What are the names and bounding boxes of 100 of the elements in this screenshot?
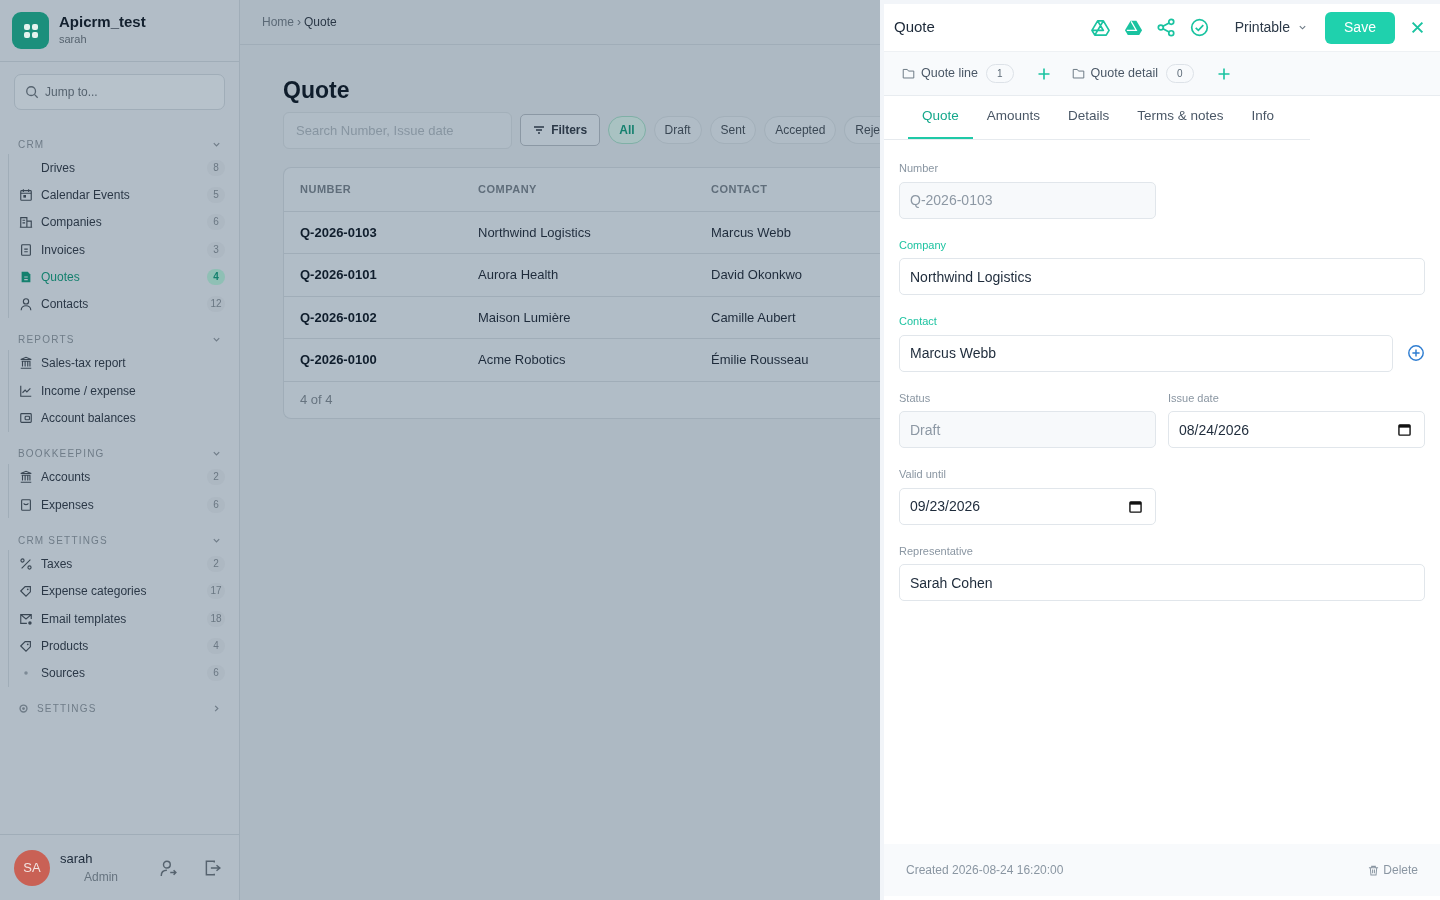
close-icon xyxy=(1411,21,1424,34)
person-arrow-icon xyxy=(159,859,177,878)
row-count: 4 of 4 xyxy=(299,390,334,409)
table-cell-text: Q-2026-0103 xyxy=(300,223,378,242)
related-list-link[interactable]: Quote detail xyxy=(1071,64,1158,83)
calendar-icon xyxy=(1129,499,1142,513)
filters-button[interactable]: Filters xyxy=(520,114,601,146)
count-badge: 2 xyxy=(207,469,225,486)
bank-icon xyxy=(19,356,33,371)
section-title: SETTINGS xyxy=(37,702,97,717)
page-title: Quote xyxy=(283,76,351,105)
drive-outline-button[interactable] xyxy=(1090,18,1110,37)
tag-icon xyxy=(19,638,33,653)
section-title: BOOKKEEPING xyxy=(18,447,105,462)
printable-dropdown[interactable]: Printable xyxy=(1230,17,1311,38)
plus-icon xyxy=(1037,67,1050,80)
input-field[interactable]: Northwind Logistics xyxy=(899,258,1425,296)
plus-circle-icon xyxy=(1407,344,1425,363)
drive-button[interactable] xyxy=(1123,18,1143,37)
nav-item[interactable]: Sales-tax report xyxy=(9,349,239,378)
grid-icon xyxy=(22,22,39,39)
app-name: Apicrm_test xyxy=(59,13,146,32)
nav-item[interactable]: Drives 8 xyxy=(9,154,239,182)
check-circle-button[interactable] xyxy=(1189,18,1209,37)
tab[interactable]: Info xyxy=(1237,96,1289,140)
date-field[interactable]: 08/24/2026 xyxy=(1168,411,1425,449)
folder-icon xyxy=(1071,67,1085,80)
tab[interactable]: Terms & notes xyxy=(1123,96,1238,140)
count-badge: 3 xyxy=(207,241,225,258)
nav-item[interactable]: Expense categories 17 xyxy=(9,577,239,605)
count-badge: 6 xyxy=(207,214,225,231)
count-badge: 18 xyxy=(207,610,225,627)
input-field[interactable]: Marcus Webb xyxy=(899,334,1393,372)
chevron-right-icon xyxy=(212,704,221,714)
count-badge: 17 xyxy=(207,583,225,600)
date-field[interactable]: 09/23/2026 xyxy=(899,487,1156,525)
percent-icon xyxy=(19,556,33,571)
created-timestamp: Created 2026-08-24 16:20:00 xyxy=(906,862,1064,879)
nav-item[interactable]: Companies 6 xyxy=(9,208,239,236)
table-cell-text: Northwind Logistics xyxy=(478,223,592,242)
nav-item[interactable]: Contacts 12 xyxy=(9,290,239,318)
table-cell-text: Acme Robotics xyxy=(478,351,567,369)
bag-icon xyxy=(19,497,33,512)
count-badge: 6 xyxy=(207,665,225,682)
user-name: sarah xyxy=(60,849,94,868)
user-avatar: SA xyxy=(14,849,50,886)
field-label: Issue date xyxy=(1168,390,1220,406)
status-filter-chip[interactable]: Draft xyxy=(653,116,702,144)
nav-item[interactable]: Invoices 3 xyxy=(9,235,239,264)
breadcrumb-separator: › xyxy=(297,14,301,31)
drive-icon xyxy=(1123,18,1143,37)
calendar-icon xyxy=(1398,423,1411,437)
nav-item[interactable]: Expenses 6 xyxy=(9,490,239,519)
table-cell-text: Aurora Health xyxy=(478,266,560,284)
nav-item[interactable]: Accounts 2 xyxy=(9,463,239,491)
breadcrumb-item: Quote xyxy=(304,14,337,31)
gear-icon xyxy=(18,703,29,715)
share-button[interactable] xyxy=(1156,18,1176,37)
plus-icon xyxy=(1217,67,1230,80)
nav-item[interactable]: Income / expense xyxy=(9,377,239,405)
count-badge: 8 xyxy=(207,159,225,176)
field-label: Number xyxy=(899,161,940,177)
chevron-down-icon xyxy=(212,449,221,459)
related-list-link[interactable]: Quote line xyxy=(902,64,978,83)
nav-item[interactable]: Calendar Events 5 xyxy=(9,181,239,209)
building-icon xyxy=(19,215,33,230)
status-filter-chip[interactable]: Sent xyxy=(709,116,757,144)
add-contact-button[interactable] xyxy=(1407,344,1425,363)
status-filter-chip[interactable]: Reje xyxy=(844,116,880,144)
user-role: Admin xyxy=(83,869,119,887)
nav-item[interactable]: Products 4 xyxy=(9,632,239,660)
close-button[interactable] xyxy=(1409,19,1426,36)
table-cell-text: Maison Lumière xyxy=(478,308,572,327)
nav-item[interactable]: Email templates 18 xyxy=(9,604,239,633)
wallet-icon xyxy=(19,411,33,425)
nav-item[interactable]: Account balances xyxy=(9,404,239,432)
count-badge: 2 xyxy=(207,555,225,572)
field-label: Company xyxy=(899,237,948,253)
person-icon xyxy=(19,297,33,312)
jump-search-field[interactable]: Jump to... xyxy=(14,74,225,110)
tab[interactable]: Amounts xyxy=(972,96,1055,140)
nav-item[interactable]: Taxes 2 xyxy=(9,550,239,578)
line-chart-icon xyxy=(19,383,33,398)
mail-icon xyxy=(19,611,33,626)
table-cell-text: Q-2026-0100 xyxy=(300,351,378,369)
section-title: CRM SETTINGS xyxy=(18,533,108,548)
tab[interactable]: Details xyxy=(1054,96,1124,140)
count-badge: 4 xyxy=(207,637,225,654)
drive-outline-icon xyxy=(1090,18,1110,37)
nav-item[interactable]: Sources 6 xyxy=(9,659,239,687)
section-title: CRM xyxy=(18,137,45,152)
input-field[interactable]: Sarah Cohen xyxy=(899,564,1425,602)
caret-icon xyxy=(1298,23,1307,32)
logout-icon xyxy=(203,859,221,878)
table-cell-text: Q-2026-0101 xyxy=(300,266,378,284)
field-label: Contact xyxy=(899,314,938,330)
filter-icon xyxy=(533,124,546,136)
document-icon xyxy=(19,269,33,284)
status-filter-chip[interactable]: Accepted xyxy=(764,116,837,144)
tag-icon xyxy=(19,584,33,599)
